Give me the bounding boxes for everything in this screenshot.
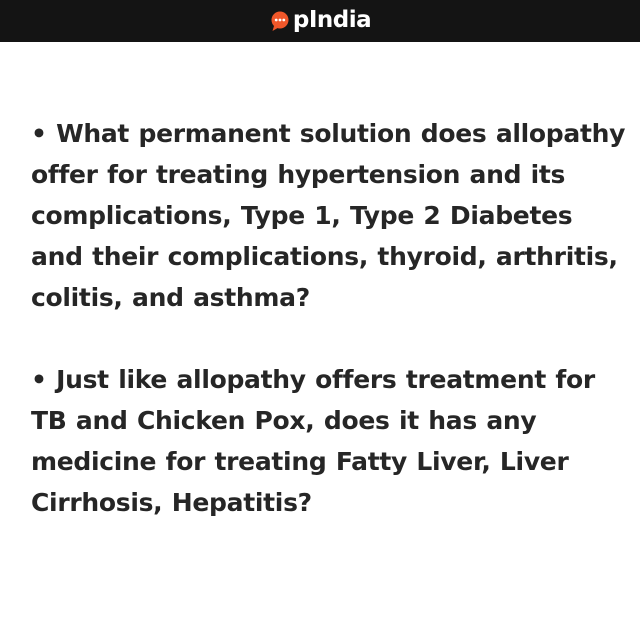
speech-bubble-logo-icon [269,10,291,32]
bullet-paragraph: • Just like allopathy offers treatment f… [31,359,626,523]
header-bar: pIndia [0,0,640,42]
paragraph-text: What permanent solution does allopathy o… [31,119,626,312]
bullet-paragraph: • What permanent solution does allopathy… [31,113,626,318]
brand-logo[interactable]: pIndia [269,6,372,33]
main-content: • What permanent solution does allopathy… [31,113,626,523]
paragraph-text: Just like allopathy offers treatment for… [31,365,595,517]
bullet-icon: • [31,365,47,394]
bullet-icon: • [31,119,47,148]
brand-name: pIndia [292,6,372,33]
